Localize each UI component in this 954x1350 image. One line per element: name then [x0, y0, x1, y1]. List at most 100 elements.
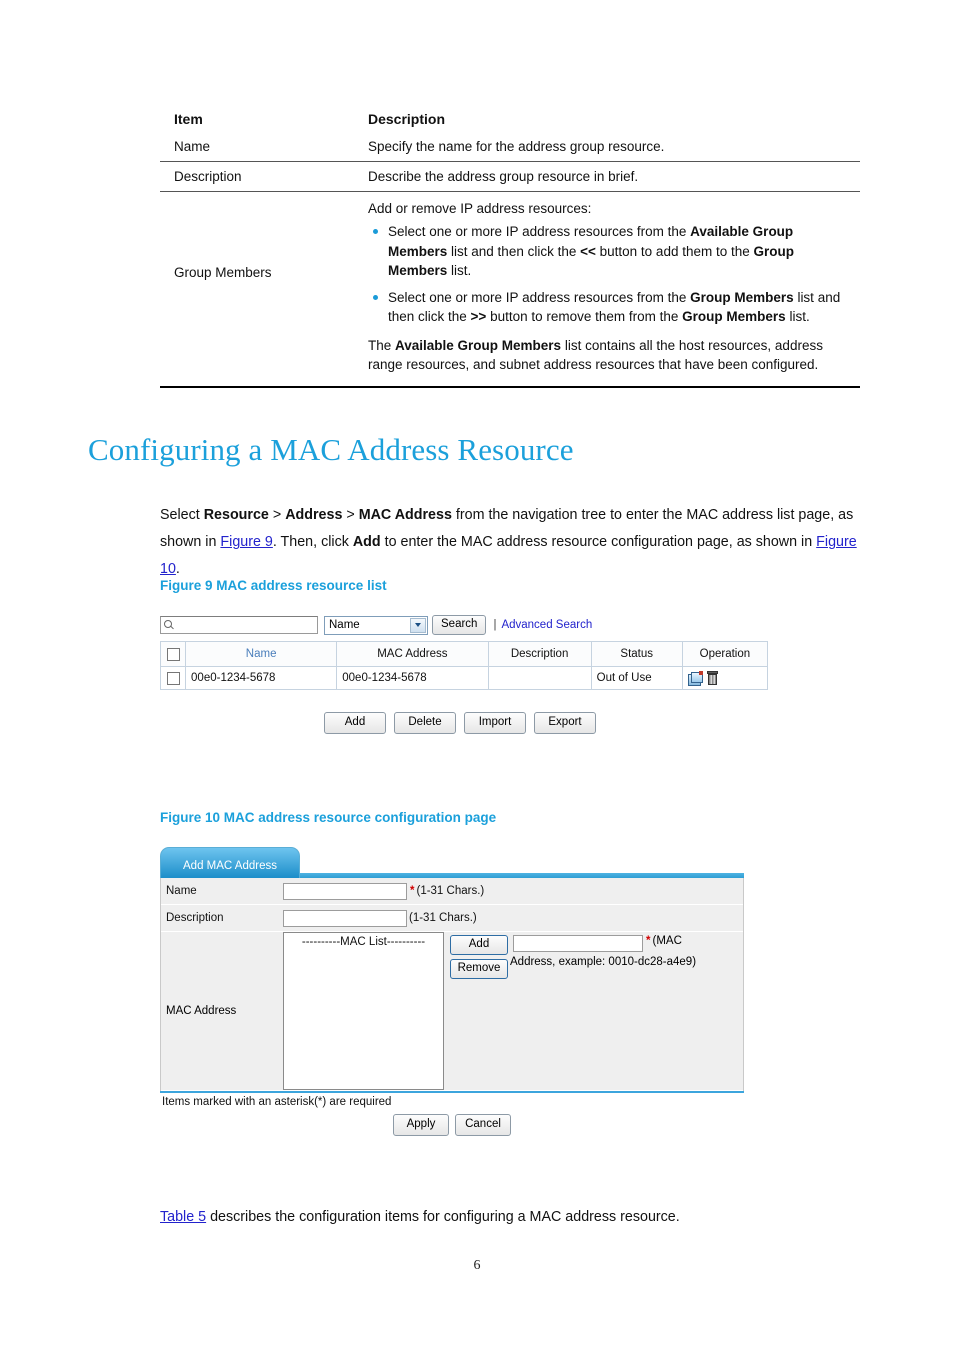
mac-address-input[interactable]: [513, 935, 643, 952]
form-row-description: Description (1-31 Chars.): [161, 905, 743, 932]
list-item: Select one or more IP address resources …: [373, 288, 856, 327]
bullet-bold-2b: >>: [470, 309, 487, 325]
row-desc-name: Specify the name for the address group r…: [356, 132, 860, 162]
add-button[interactable]: Add: [324, 712, 386, 734]
intro-text-3: . Then, click: [272, 534, 353, 551]
form-row-name: Name * (1-31 Chars.): [161, 878, 743, 905]
figure-10-action-buttons: Apply Cancel: [160, 1114, 744, 1136]
intro-bold-mac-address: MAC Address: [358, 507, 452, 524]
search-button[interactable]: Search: [432, 615, 487, 635]
row-select-cell[interactable]: [159, 666, 187, 690]
search-input[interactable]: [160, 616, 318, 634]
column-header-operation: Operation: [681, 641, 769, 667]
column-header-name-link[interactable]: Name: [246, 648, 277, 660]
export-button[interactable]: Export: [534, 712, 596, 734]
row-item-description: Description: [160, 161, 356, 192]
intro-text-4: to enter the MAC address resource config…: [380, 534, 817, 551]
import-button[interactable]: Import: [464, 712, 526, 734]
intro-sep-1: >: [268, 507, 286, 524]
mac-controls: Add Remove * (MAC Address, example: 0010-…: [444, 932, 743, 1090]
search-field-select[interactable]: Name: [324, 615, 428, 635]
description-input[interactable]: [283, 909, 407, 927]
row-desc-group-members: Add or remove IP address resources: Sele…: [356, 191, 860, 388]
bullet-bold-2c: Group Members: [682, 309, 786, 325]
group-members-tail: The Available Group Members list contain…: [368, 336, 856, 375]
mac-note-line-1: (MAC: [652, 935, 682, 947]
cell-status: Out of Use: [590, 666, 683, 690]
search-icon: [163, 619, 176, 632]
name-required-asterisk: *: [410, 885, 415, 897]
delete-icon[interactable]: [706, 671, 718, 685]
mac-required-asterisk: *: [646, 935, 651, 947]
tab-add-mac-address[interactable]: Add MAC Address: [160, 847, 300, 878]
table-row: 00e0-1234-5678 00e0-1234-5678 Out of Use: [159, 666, 769, 690]
bullet-text-2c: button to remove them from the: [486, 309, 683, 325]
group-members-label: Group Members: [174, 265, 272, 280]
mac-address-label: MAC Address: [166, 1005, 237, 1017]
table-row: Description Describe the address group r…: [160, 161, 860, 192]
name-hint: (1-31 Chars.): [416, 885, 485, 897]
column-header-description: Description: [487, 641, 592, 667]
edit-icon[interactable]: [687, 670, 703, 686]
row-desc-description: Describe the address group resource in b…: [356, 161, 860, 192]
mac-list-box[interactable]: ----------MAC List----------: [284, 932, 444, 1090]
cell-operation: [681, 666, 769, 690]
advanced-search-link[interactable]: Advanced Search: [501, 619, 592, 631]
figure-9-caption: Figure 9 MAC address resource list: [160, 578, 387, 593]
search-field-select-value: Name: [329, 619, 360, 631]
list-item: Select one or more IP address resources …: [373, 222, 856, 281]
figure-9-screenshot: Name Search | Advanced Search Name MAC A…: [159, 615, 769, 734]
link-table-5[interactable]: Table 5: [160, 1209, 206, 1225]
row-item-name: Name: [160, 132, 356, 162]
bullet-text-2d: list.: [785, 309, 810, 325]
tab-strip: Add MAC Address: [160, 845, 744, 878]
tail-bold: Available Group Members: [395, 337, 562, 353]
delete-button[interactable]: Delete: [394, 712, 456, 734]
mac-input-group: * (MAC Address, example: 0010-dc28-a4e9): [510, 935, 696, 968]
table-row: Group Members Add or remove IP address r…: [160, 191, 860, 388]
name-input[interactable]: [283, 882, 407, 900]
bullet-bold-2a: Group Members: [690, 289, 794, 305]
bullet-text-2a: Select one or more IP address resources …: [388, 289, 691, 305]
mac-address-area: ----------MAC List---------- Add Remove …: [283, 932, 743, 1090]
cancel-button[interactable]: Cancel: [455, 1114, 511, 1136]
column-header-description: Description: [368, 111, 446, 127]
mac-add-button[interactable]: Add: [450, 935, 508, 955]
bullet-bold-1b: <<: [580, 243, 596, 259]
select-all-header[interactable]: [159, 641, 187, 667]
select-all-checkbox[interactable]: [166, 647, 180, 661]
description-label: Description: [166, 912, 224, 924]
intro-sep-2: >: [342, 507, 359, 524]
mac-note-line-2: Address, example: 0010-dc28-a4e9): [510, 956, 697, 968]
outro-text: describes the configuration items for co…: [206, 1209, 680, 1226]
mac-remove-button[interactable]: Remove: [450, 959, 508, 979]
search-separator: |: [493, 619, 497, 631]
intro-paragraph: Select Resource > Address > MAC Address …: [160, 502, 866, 583]
row-checkbox[interactable]: [166, 671, 180, 685]
column-header-item: Item: [174, 111, 203, 127]
figure-10-caption: Figure 10 MAC address resource configura…: [160, 810, 497, 825]
bullet-text-1a: Select one or more IP address resources …: [388, 224, 691, 239]
page-title: Configuring a MAC Address Resource: [88, 432, 574, 467]
intro-bold-address: Address: [285, 507, 343, 524]
mac-list-placeholder: ----------MAC List----------: [301, 936, 426, 948]
add-mac-address-form: Name * (1-31 Chars.) Description (1-31 C…: [160, 878, 744, 1091]
cell-description: [487, 666, 592, 690]
group-members-bullet-list: Select one or more IP address resources …: [368, 222, 856, 327]
chevron-down-icon: [410, 617, 426, 633]
table-row: Name Specify the name for the address gr…: [160, 132, 860, 162]
intro-bold-add: Add: [352, 534, 381, 551]
row-item-group-members: Group Members: [160, 191, 356, 388]
intro-text-5: .: [175, 561, 180, 578]
tab-label: Add MAC Address: [183, 860, 277, 872]
apply-button[interactable]: Apply: [393, 1114, 449, 1136]
config-items-table: Item Description Name Specify the name f…: [160, 104, 860, 388]
search-bar: Name Search | Advanced Search: [160, 615, 768, 635]
column-header-name[interactable]: Name: [185, 641, 338, 667]
group-members-lead: Add or remove IP address resources:: [368, 201, 592, 216]
name-label: Name: [166, 885, 197, 897]
link-figure-9[interactable]: Figure 9: [220, 534, 272, 550]
intro-text-1: Select: [160, 507, 204, 524]
figure-9-action-buttons: Add Delete Import Export: [160, 712, 760, 734]
mac-control-row: Add Remove * (MAC Address, example: 0010-…: [450, 935, 743, 979]
